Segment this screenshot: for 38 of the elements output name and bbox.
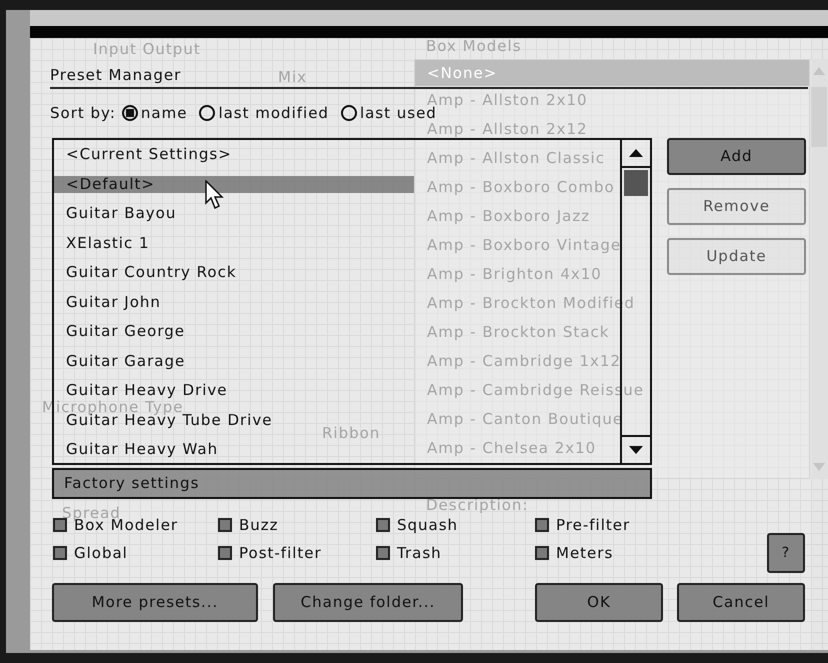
preset-item[interactable]: Guitar Country Rock xyxy=(54,264,414,282)
input-output-label: Input Output xyxy=(93,39,201,60)
preset-item[interactable]: Guitar Heavy Drive xyxy=(54,382,414,400)
scroll-thumb[interactable] xyxy=(624,170,648,196)
sort-label: Sort by: xyxy=(50,102,116,124)
scroll-up-icon[interactable] xyxy=(629,149,643,157)
preset-item[interactable]: Guitar George xyxy=(54,323,414,340)
category-checkbox[interactable]: Pre-filter xyxy=(535,515,630,535)
preset-item[interactable]: Guitar Bayou xyxy=(54,205,414,222)
folder-bar: Factory settings xyxy=(52,468,652,499)
radio-button[interactable] xyxy=(199,105,216,121)
category-checkbox[interactable]: Global xyxy=(53,543,218,563)
category-checkbox[interactable]: Trash xyxy=(376,543,535,563)
box-models-scrollbar[interactable] xyxy=(810,59,828,479)
preset-item[interactable]: <Default> xyxy=(54,176,414,193)
scroll-down-icon[interactable] xyxy=(629,446,643,454)
preset-item[interactable]: XElastic 1 xyxy=(54,234,414,252)
radio-label[interactable]: last modified xyxy=(218,102,329,124)
side-button[interactable]: Add xyxy=(667,138,806,175)
category-checkbox[interactable]: Squash xyxy=(376,515,535,535)
footer-button[interactable]: More presets... xyxy=(52,583,258,622)
footer-button[interactable]: OK xyxy=(535,583,663,622)
category-checkbox[interactable]: Meters xyxy=(535,543,630,563)
mouse-cursor-icon xyxy=(205,180,225,210)
box-models-label: Box Models xyxy=(425,36,523,57)
radio-button[interactable] xyxy=(340,105,357,121)
preset-item[interactable]: <Current Settings> xyxy=(54,146,414,164)
radio-label[interactable]: name xyxy=(140,102,188,124)
footer-button[interactable]: Cancel xyxy=(677,583,805,622)
side-button[interactable]: Remove xyxy=(667,188,806,225)
mix-label: Mix xyxy=(278,67,307,88)
footer-button[interactable]: Change folder... xyxy=(273,583,463,622)
preset-item[interactable]: Guitar Garage xyxy=(54,352,414,370)
category-checkbox[interactable]: Post-filter xyxy=(218,543,376,563)
preset-item[interactable]: Guitar John xyxy=(54,294,414,311)
side-button[interactable]: Update xyxy=(667,238,806,275)
category-checkbox[interactable]: Buzz xyxy=(218,515,376,535)
help-button[interactable]: ? xyxy=(767,533,805,573)
